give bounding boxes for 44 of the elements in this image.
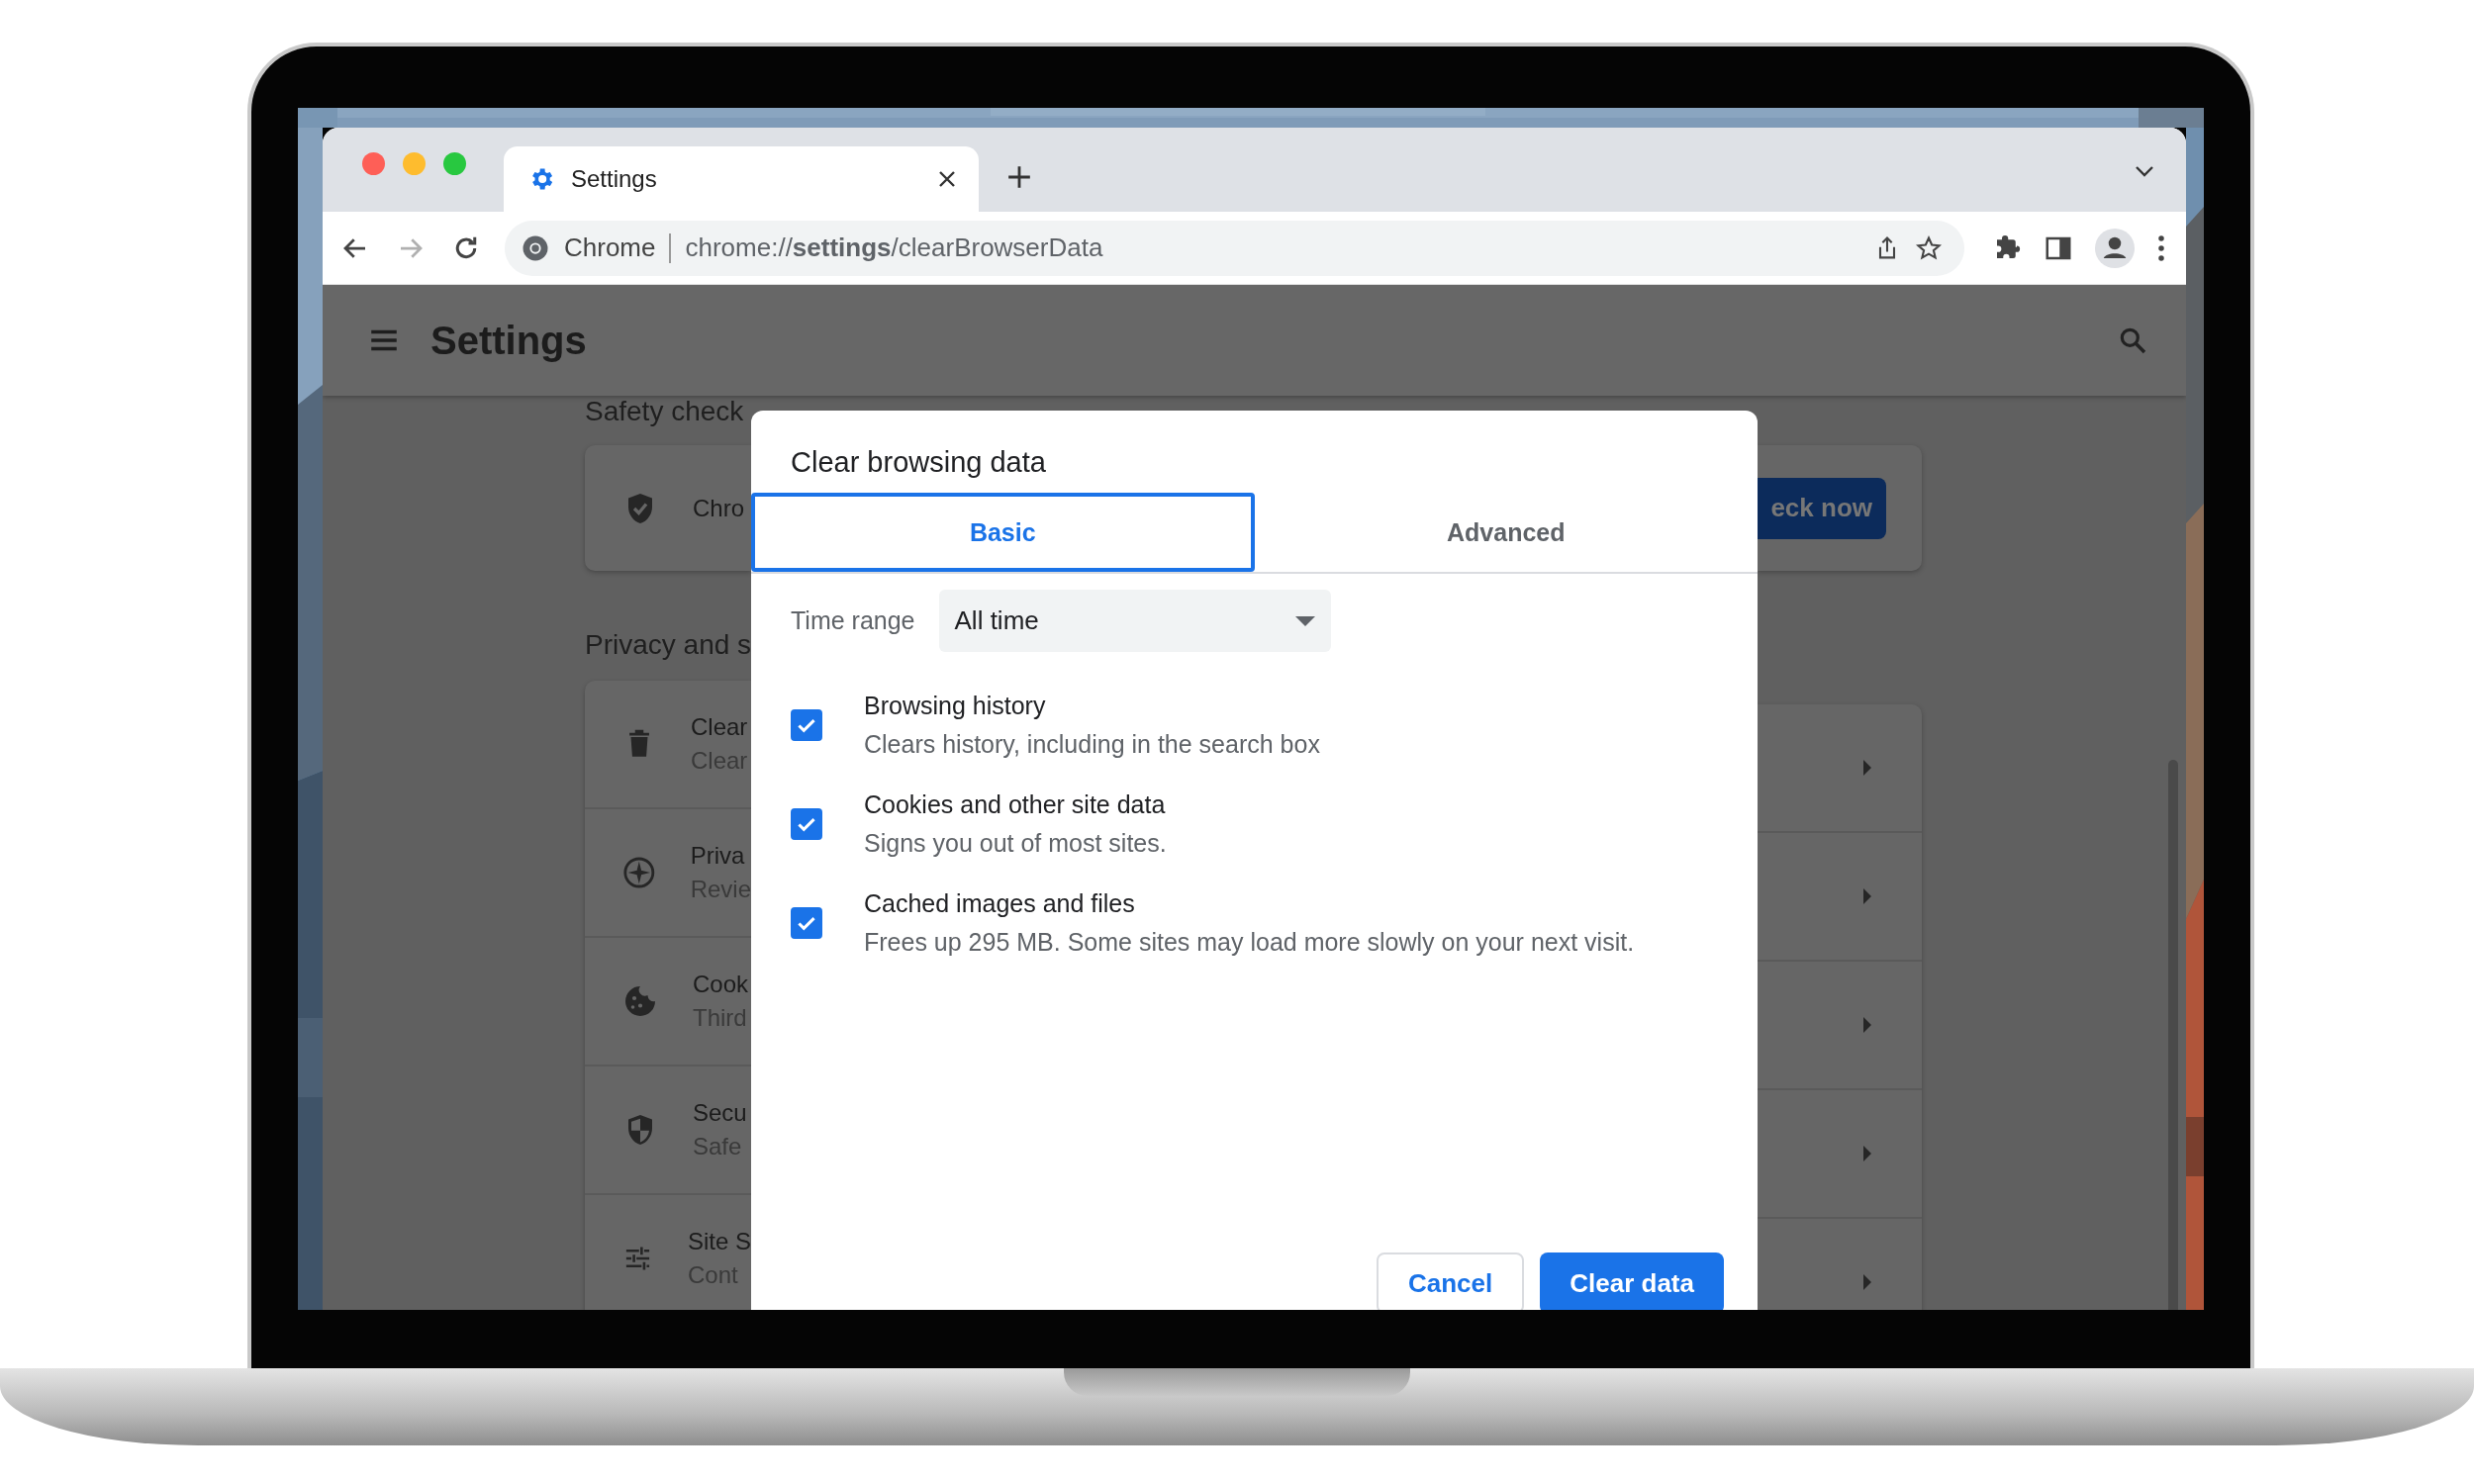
option-title: Browsing history [864,692,1047,720]
row-title: Cook [693,971,749,998]
more-icon[interactable] [2156,232,2166,263]
chevron-right-icon[interactable] [1861,1146,1871,1161]
site-label: Chrome [564,232,656,263]
section-heading: Safety check [585,396,745,428]
scrollbar[interactable] [2168,760,2178,1310]
checkbox[interactable] [791,907,822,939]
check-now-button[interactable]: eck now [1758,477,1886,539]
checkbox[interactable] [791,808,822,840]
profile-icon[interactable] [2095,228,2135,268]
row-title: Clear [691,713,748,741]
chevron-right-icon[interactable] [1861,1017,1871,1033]
field-label: Time range [791,606,915,635]
cancel-button[interactable]: Cancel [1377,1252,1525,1310]
option-title: Cached images and files [864,889,1136,918]
option-title: Cookies and other site data [864,790,1167,819]
caret-icon [1294,615,1315,626]
checkbox[interactable] [791,709,822,741]
chevron-right-icon[interactable] [1861,760,1871,776]
address-bar[interactable]: Chrome chrome://settings/clearBrowserData [505,220,1964,276]
card-text: Chro [693,494,745,522]
row-title: Site S [687,1228,751,1255]
star-icon[interactable] [1915,233,1943,262]
url-text: chrome://settings/clearBrowserData [685,232,1103,263]
option-description: Clears history, including in the search box [864,730,1320,759]
tab[interactable]: Advanced [1254,493,1758,572]
row-title: Secu [693,1099,747,1127]
clear-data-button[interactable]: Clear data [1540,1252,1724,1310]
close-icon[interactable] [937,169,957,189]
cookie-icon [622,983,658,1019]
page-title: Settings [430,318,587,363]
row-title: Priva [690,842,746,870]
time-range-dropdown[interactable]: All time [938,590,1331,652]
dialog-title: Clear browsing data [790,445,1047,480]
option-description: Signs you out of most sites. [864,829,1167,858]
tab[interactable]: Basic [751,493,1255,572]
section-heading: Privacy and s [585,629,751,662]
option-description: Frees up 295 MB. Some sites may load more slowly on your next visit. [864,928,1635,957]
new-tab-icon[interactable] [1006,164,1032,190]
browser-tab[interactable]: Settings [504,146,979,212]
chevron-right-icon[interactable] [1861,1274,1871,1290]
chevron-right-icon[interactable] [1861,888,1871,904]
close-window-button[interactable] [362,152,385,175]
